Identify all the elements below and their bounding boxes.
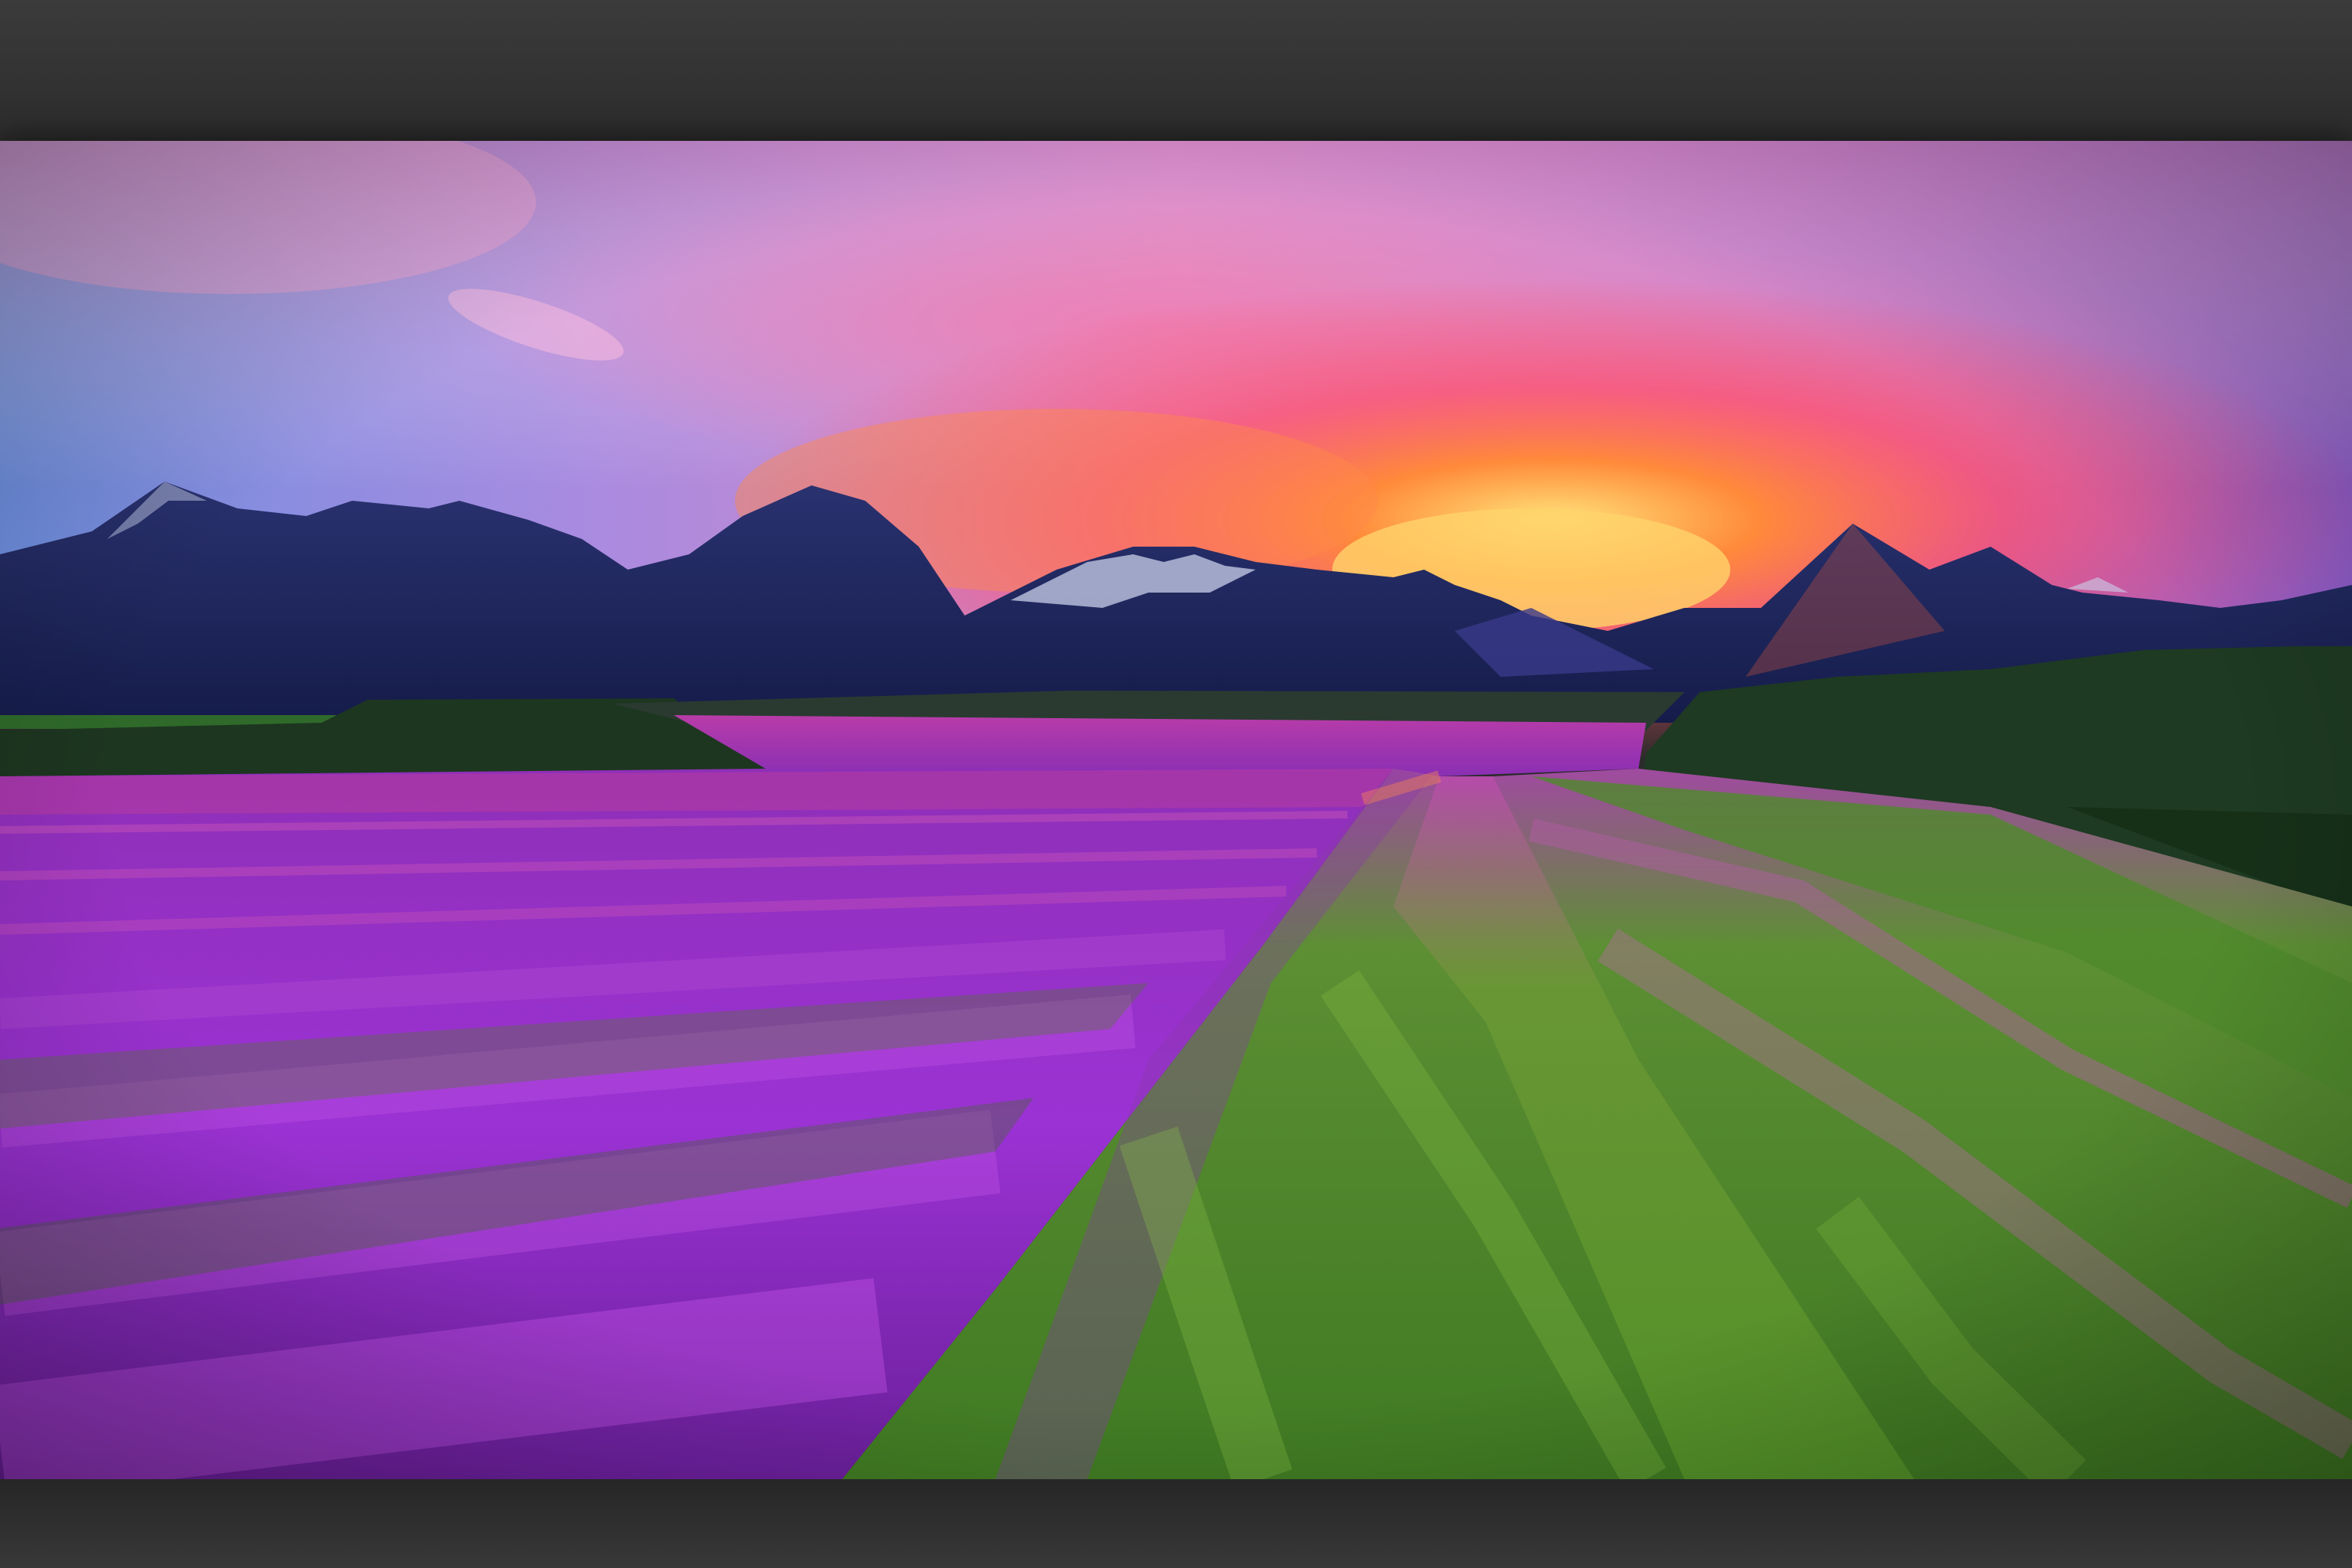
top-border [0, 0, 2352, 141]
bottom-border [0, 1479, 2352, 1568]
vignette [0, 141, 2352, 1479]
photo-frame [0, 0, 2352, 1568]
landscape-photo [0, 141, 2352, 1479]
